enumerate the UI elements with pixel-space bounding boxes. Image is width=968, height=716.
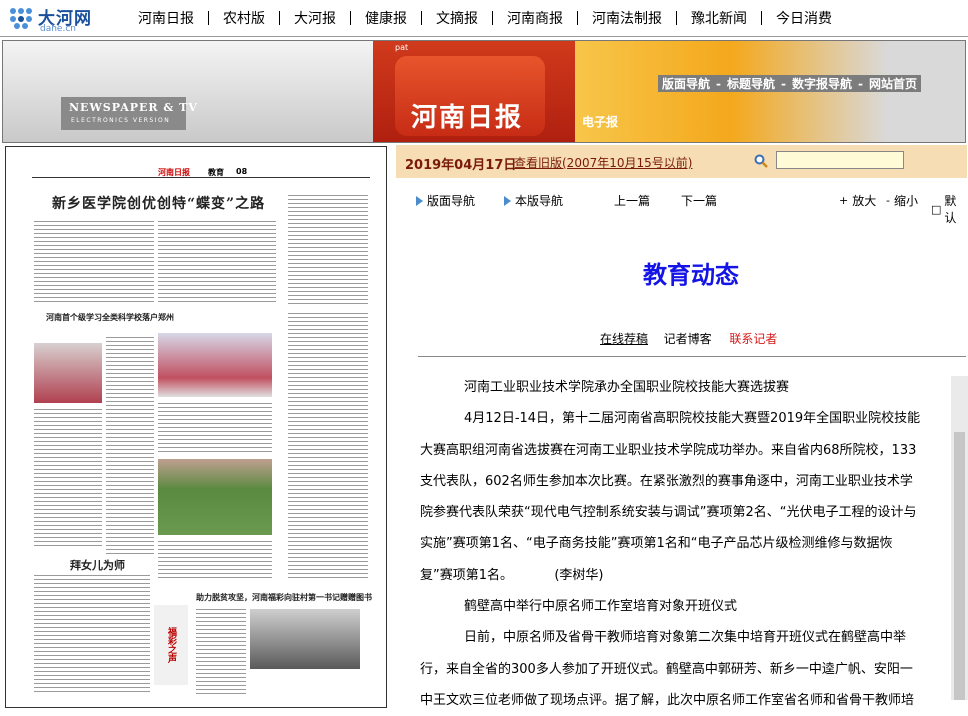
nav-link-rural[interactable]: 农村版 [209, 8, 279, 28]
content-divider [418, 356, 966, 357]
date-bar: 2019年04月17日 查看旧版(2007年10月15号以前) [396, 145, 967, 178]
archive-link[interactable]: 查看旧版(2007年10月15号以前) [514, 154, 692, 171]
arrow-right-icon [504, 195, 511, 206]
nav-link-legal[interactable]: 河南法制报 [578, 8, 676, 28]
article-paragraph-line: 行，来自全省的300多人参加了开班仪式。鹤壁高中郭研芳、新乡一中逵广帆、安阳一 [420, 661, 913, 677]
newspaper-page-image[interactable]: 河南日报 教育 08 新乡医学院创优创特“蝶变”之路 河南首个级学习全类科学校落… [5, 146, 387, 708]
this-page-nav-button[interactable]: 本版导航 [504, 192, 563, 209]
nav-link-digest[interactable]: 文摘报 [422, 8, 492, 28]
article-paragraph-line: 实施”赛项第1名、“电子商务技能”赛项第1名和“电子产品芯片级检测维修与数据恢 [420, 536, 893, 552]
search-input[interactable] [776, 151, 904, 169]
nav-link-consumer[interactable]: 今日消费 [762, 8, 846, 28]
banner-links: 版面导航 - 标题导航 - 数字报导航 - 网站首页 [658, 75, 922, 92]
section-title: 教育动态 [643, 261, 739, 289]
arrow-right-icon [416, 195, 423, 206]
nav-link-business[interactable]: 河南商报 [493, 8, 577, 28]
paper-feature-headline: 拜女儿为师 [70, 559, 125, 572]
zoom-out-button[interactable]: - 缩小 [886, 192, 918, 209]
banner-link-home[interactable]: 网站首页 [869, 75, 917, 92]
paper-photo-group [250, 609, 360, 669]
nav-link-henan-daily[interactable]: 河南日报 [124, 8, 208, 28]
reporter-links: 在线荐稿 记者博客 联系记者 [600, 330, 777, 347]
article-paragraph-line: 支代表队，602名师生参加本次比赛。在紧张激烈的赛事角逐中，河南工业职业技术学 [420, 473, 913, 489]
article-heading: 河南工业职业技术学院承办全国职业院校技能大赛选拔赛 [464, 380, 790, 395]
banner-link-digital-nav[interactable]: 数字报导航 [792, 75, 852, 92]
nav-link-dahe-bao[interactable]: 大河报 [280, 8, 350, 28]
banner-link-title-nav[interactable]: 标题导航 [727, 75, 775, 92]
submit-article-link[interactable]: 在线荐稿 [600, 332, 648, 346]
article-paragraph-line: 4月12日-14日，第十二届河南省高职院校技能大赛暨2019年全国职业院校技能 [464, 411, 921, 427]
paper-page-number: 08 [236, 167, 248, 176]
article-paragraph-line: 大赛高职组河南省选拔赛在河南工业职业技术学院成功举办。来自省内68所院校，133 [420, 442, 917, 458]
paper-ad-logo: 福彩之声 [154, 605, 188, 685]
layout-nav-button[interactable]: 版面导航 [416, 192, 475, 209]
plus-icon: + [839, 194, 849, 207]
contact-reporter-link[interactable]: 联系记者 [729, 332, 777, 346]
paper-ad-headline: 助力脱贫攻坚，河南福彩向驻村第一书记赠赠图书 [196, 593, 372, 602]
logo-icon [10, 8, 32, 29]
paper-photo-students [158, 333, 272, 397]
banner-title: 河南日报 [411, 103, 524, 133]
site-logo[interactable]: 大河网 dahe.cn [8, 4, 104, 34]
paper-photo-ceremony [34, 343, 102, 403]
nav-link-health[interactable]: 健康报 [351, 8, 421, 28]
reporter-blog-link[interactable]: 记者博客 [664, 332, 712, 346]
newspaper-tv-label: NEWSPAPER & TV [69, 101, 198, 114]
paper-headline: 新乡医学院创优创特“蝶变”之路 [52, 196, 266, 212]
logo-subtext: dahe.cn [40, 24, 76, 34]
issue-date: 2019年04月17日 [405, 158, 517, 173]
paper-subhead: 河南首个级学习全类科学校落户郑州 [46, 312, 174, 322]
article-heading: 鹤壁高中举行中原名师工作室培育对象开班仪式 [464, 599, 738, 615]
article-scrollbar[interactable] [951, 376, 968, 700]
paper-photo-stadium [158, 459, 272, 535]
article-navigation: 版面导航 本版导航 上一篇 下一篇 + 放大 - 缩小 □ 默认 [410, 192, 968, 225]
newspaper-links: 河南日报 农村版 大河报 健康报 文摘报 河南商报 河南法制报 豫北新闻 今日消… [124, 0, 846, 36]
prev-article-button[interactable]: 上一篇 [614, 192, 650, 209]
next-article-button[interactable]: 下一篇 [681, 192, 717, 209]
banner-link-layout-nav[interactable]: 版面导航 [662, 75, 710, 92]
article-paragraph-line: 中王文欢三位老师做了现场点评。据了解，此次中原名师工作室省名师和省骨干教师培 [420, 692, 915, 708]
square-icon: □ [931, 202, 942, 216]
article-paragraph-line: 日前，中原名师及省骨干教师培育对象第二次集中培育开班仪式在鹤壁高中举 [464, 630, 907, 646]
scrollbar-thumb[interactable] [954, 432, 965, 700]
minus-icon: - [886, 194, 890, 207]
top-navigation: 大河网 dahe.cn 河南日报 农村版 大河报 健康报 文摘报 河南商报 河南… [0, 0, 968, 37]
search-icon[interactable] [754, 154, 768, 168]
article-paragraph-line: 院参赛代表队荣获“现代电气控制系统安装与调试”赛项第2名、“光伏电子工程的设计与 [420, 505, 917, 521]
zoom-in-button[interactable]: + 放大 [839, 192, 876, 209]
electronics-version-label: ELECTRONICS VERSION [71, 117, 171, 124]
pat-label: pat [395, 43, 409, 52]
default-size-button[interactable]: □ 默认 [931, 192, 968, 226]
article-paragraph-line: 复”赛项第1名。 (李树华) [420, 567, 604, 583]
electronic-edition-label: 电子报 [582, 115, 619, 129]
nav-link-yubei[interactable]: 豫北新闻 [677, 8, 761, 28]
article-body: 河南工业职业技术学院承办全国职业院校技能大赛选拔赛 4月12日-14日，第十二届… [420, 372, 952, 716]
